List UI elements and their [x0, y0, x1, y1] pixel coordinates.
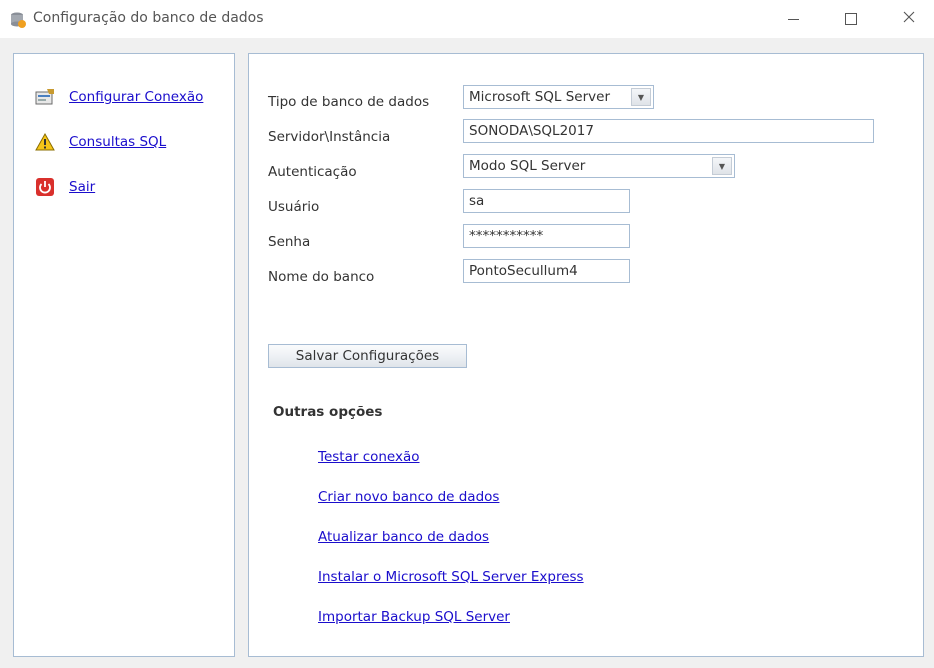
test-connection-link[interactable]: Testar conexão [318, 449, 420, 465]
other-options-title: Outras opções [273, 404, 383, 420]
sidebar-item-sair[interactable]: Sair [34, 177, 95, 197]
server-label: Servidor\Instância [268, 129, 391, 145]
db-name-label: Nome do banco [268, 269, 375, 285]
power-icon [34, 177, 56, 197]
sidebar-item-consultas-sql[interactable]: Consultas SQL [34, 132, 166, 152]
auth-select[interactable]: Modo SQL Server ▼ [463, 154, 735, 178]
create-database-link[interactable]: Criar novo banco de dados [318, 489, 499, 505]
db-type-value: Microsoft SQL Server [469, 89, 611, 105]
main-panel: Tipo de banco de dados Microsoft SQL Ser… [248, 53, 924, 657]
sidebar-item-label[interactable]: Configurar Conexão [69, 89, 203, 105]
db-type-select[interactable]: Microsoft SQL Server ▼ [463, 85, 654, 109]
password-field[interactable]: *********** [463, 224, 630, 248]
minimize-icon [787, 18, 799, 20]
sidebar-item-configurar-conexao[interactable]: Configurar Conexão [34, 87, 203, 107]
close-icon [903, 11, 915, 27]
install-sql-express-link[interactable]: Instalar o Microsoft SQL Server Express [318, 569, 584, 585]
db-name-input[interactable]: PontoSecullum4 [463, 259, 630, 283]
minimize-button[interactable] [770, 0, 816, 38]
user-label: Usuário [268, 199, 320, 215]
window-title: Configuração do banco de dados [33, 10, 264, 26]
user-input[interactable]: sa [463, 189, 630, 213]
save-settings-button[interactable]: Salvar Configurações [268, 344, 467, 368]
maximize-icon [845, 13, 857, 25]
database-icon [9, 11, 27, 29]
sidebar-item-label[interactable]: Sair [69, 179, 95, 195]
title-bar: Configuração do banco de dados [0, 0, 934, 38]
sidebar: Configurar Conexão Consultas SQL Sair [13, 53, 235, 657]
close-button[interactable] [886, 0, 932, 38]
import-backup-link[interactable]: Importar Backup SQL Server [318, 609, 510, 625]
db-type-label: Tipo de banco de dados [268, 94, 430, 110]
server-input[interactable]: SONODA\SQL2017 [463, 119, 874, 143]
maximize-button[interactable] [828, 0, 874, 38]
update-database-link[interactable]: Atualizar banco de dados [318, 529, 489, 545]
auth-label: Autenticação [268, 164, 357, 180]
chevron-down-icon[interactable]: ▼ [712, 157, 732, 175]
warning-icon [34, 132, 56, 152]
window-bottom-edge [0, 663, 934, 668]
chevron-down-icon[interactable]: ▼ [631, 88, 651, 106]
sidebar-item-label[interactable]: Consultas SQL [69, 134, 166, 150]
connection-config-icon [34, 87, 56, 107]
password-label: Senha [268, 234, 311, 250]
auth-value: Modo SQL Server [469, 158, 586, 174]
